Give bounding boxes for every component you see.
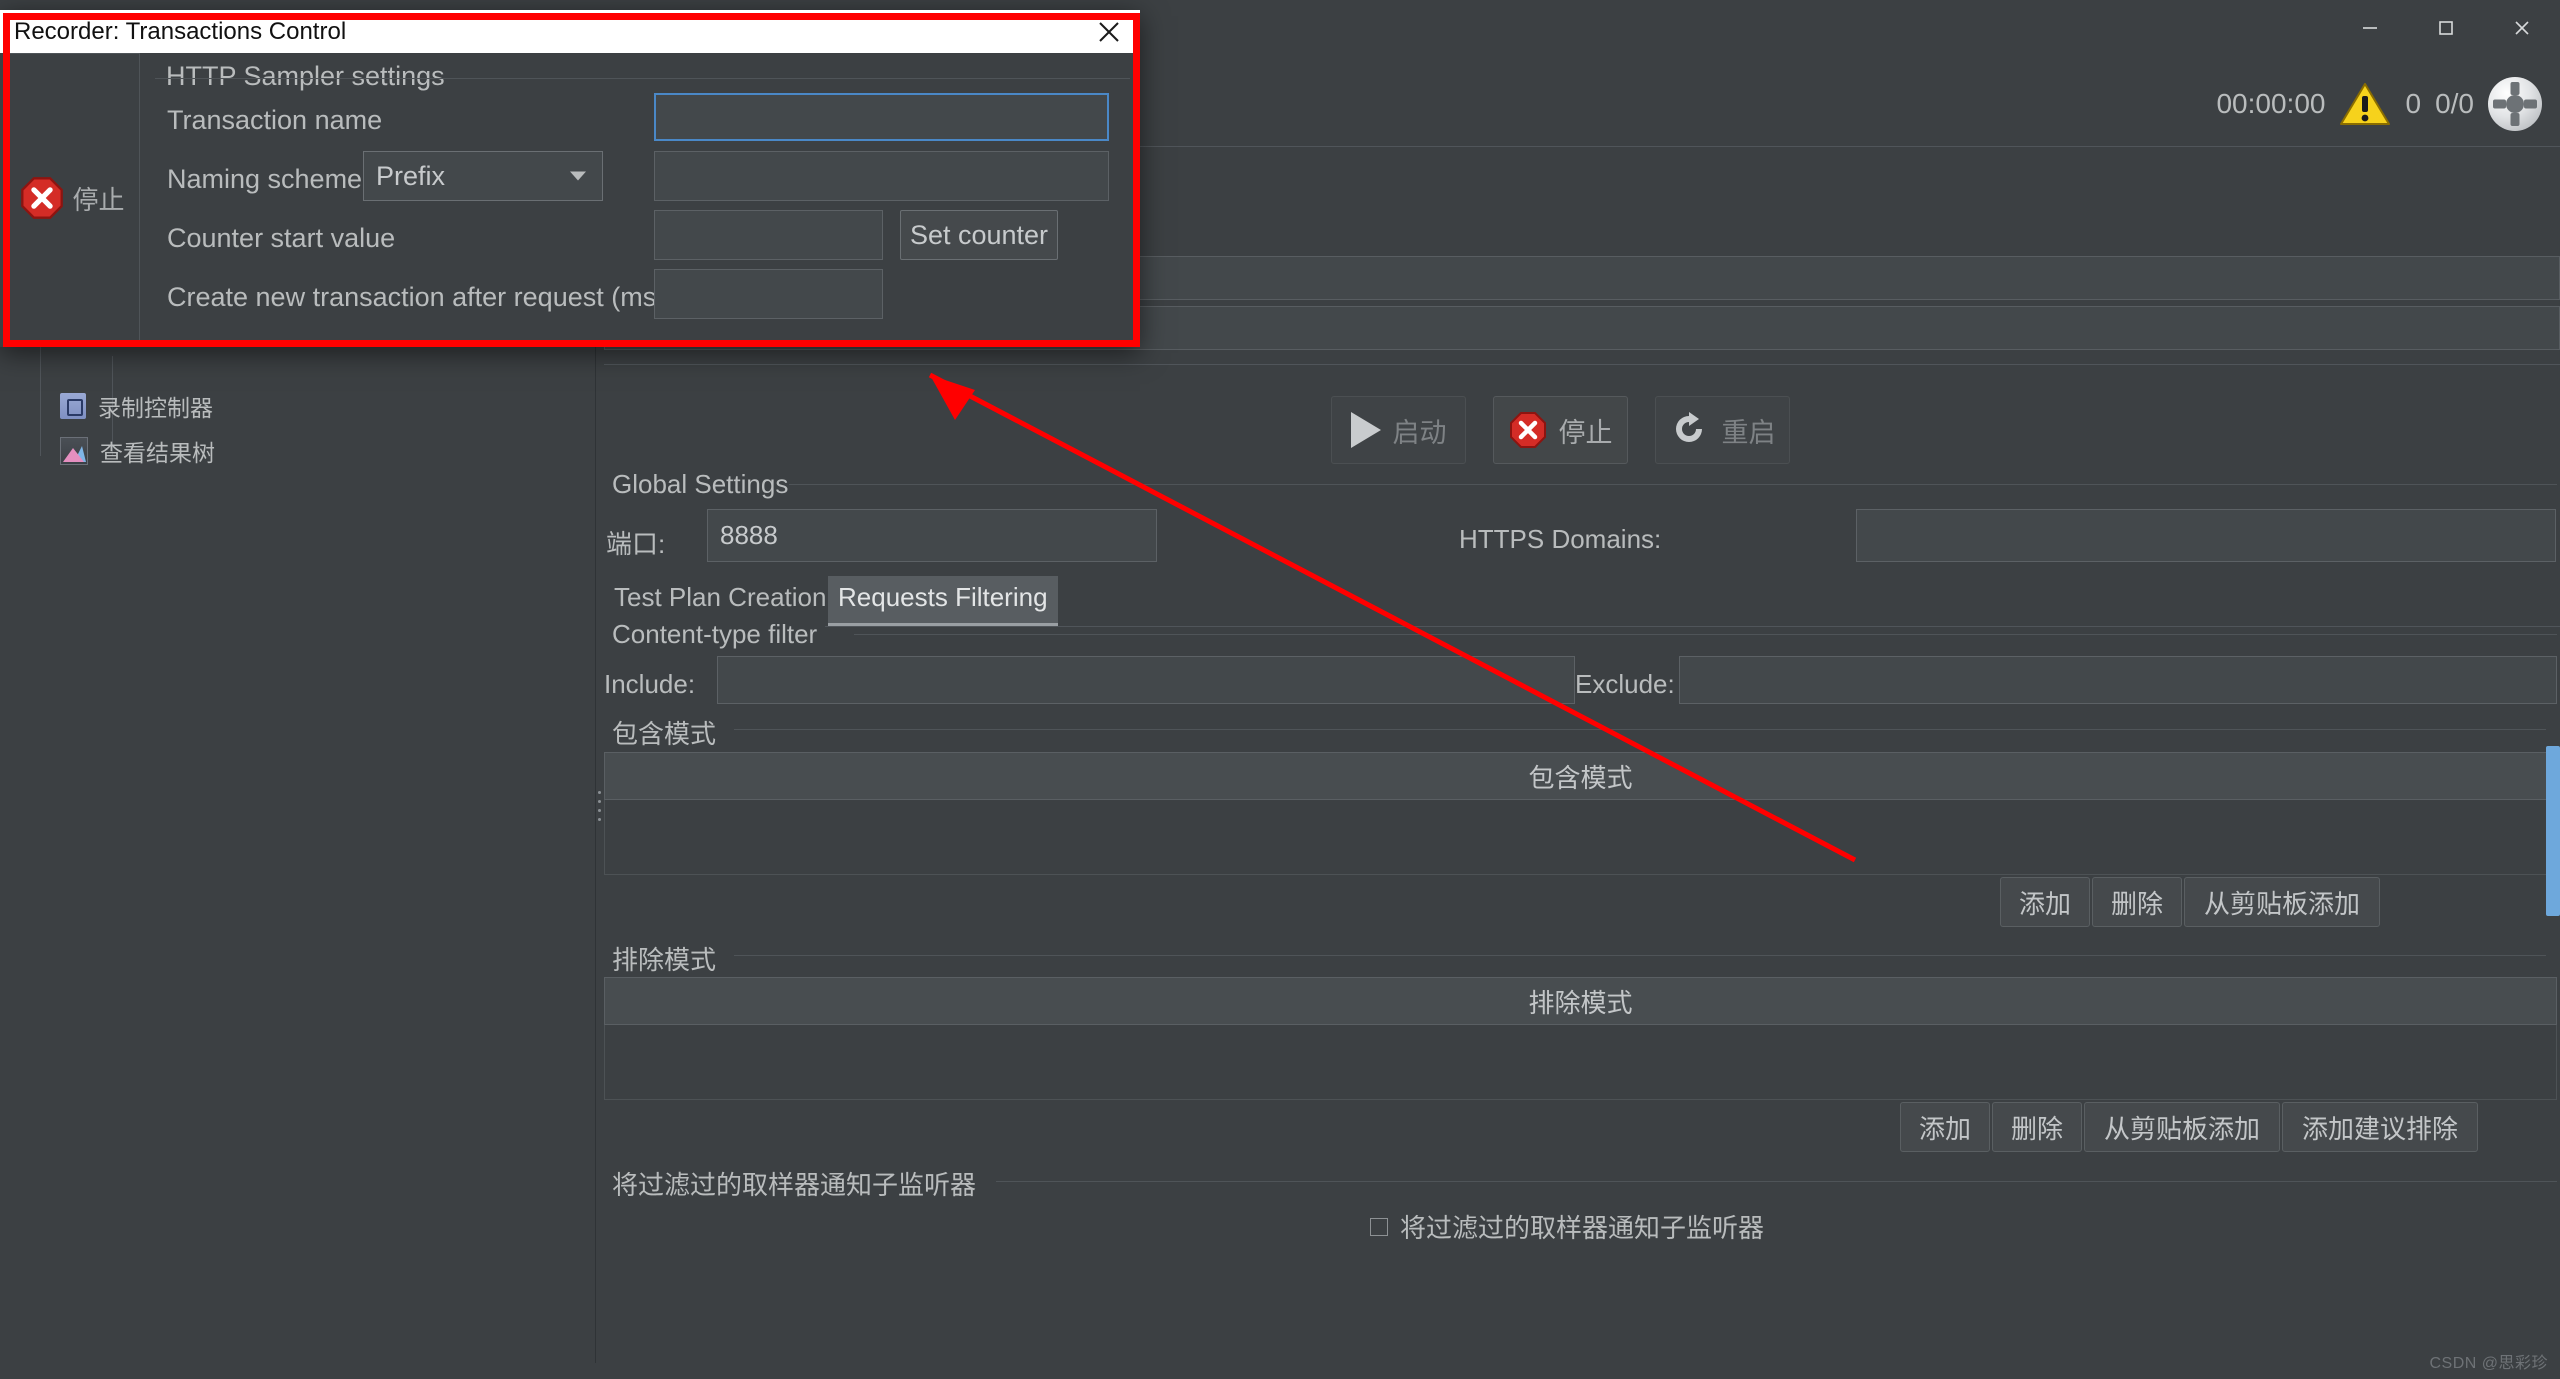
tab-divider bbox=[604, 626, 2560, 627]
transactions-control-dialog: Recorder: Transactions Control 停止 HTTP S… bbox=[0, 10, 1140, 347]
create-new-transaction-label: Create new transaction after request (ms… bbox=[167, 282, 673, 312]
sidebar-item-label: 录制控制器 bbox=[98, 395, 213, 421]
include-delete-button[interactable]: 删除 bbox=[2092, 877, 2182, 927]
dialog-close-icon[interactable] bbox=[1088, 14, 1130, 50]
play-icon bbox=[1350, 412, 1381, 448]
transaction-name-label: Transaction name bbox=[167, 105, 383, 135]
transaction-name-input[interactable] bbox=[654, 93, 1109, 141]
include-patterns-title: 包含模式 bbox=[604, 714, 725, 751]
counter-start-value-input[interactable] bbox=[654, 210, 883, 260]
exclude-delete-button[interactable]: 删除 bbox=[1992, 1102, 2082, 1152]
thread-count: 0/0 bbox=[2435, 88, 2474, 119]
set-counter-button[interactable]: Set counter bbox=[900, 210, 1058, 260]
panel-splitter-handle[interactable] bbox=[595, 791, 603, 821]
include-label: Include: bbox=[604, 669, 696, 699]
naming-scheme-select[interactable]: Prefix bbox=[363, 151, 603, 201]
global-settings-title: Global Settings bbox=[604, 469, 797, 500]
stop-icon bbox=[1509, 411, 1547, 449]
naming-scheme-value: Prefix bbox=[376, 160, 446, 191]
include-patterns-rule bbox=[734, 729, 2557, 730]
exclude-add-from-clipboard-button[interactable]: 从剪贴板添加 bbox=[2084, 1102, 2280, 1152]
naming-scheme-label: Naming scheme bbox=[167, 164, 363, 194]
content-type-filter-rule bbox=[854, 634, 2557, 635]
notify-listeners-rule bbox=[996, 1181, 2557, 1182]
watermark-text: CSDN @思彩珍 bbox=[2429, 1355, 2548, 1372]
http-sampler-settings-title: HTTP Sampler settings bbox=[160, 61, 451, 92]
recording-controller-icon bbox=[60, 393, 86, 419]
section-divider bbox=[604, 364, 2560, 365]
start-label: 启动 bbox=[1392, 417, 1447, 448]
exclude-patterns-column-header[interactable]: 排除模式 bbox=[604, 977, 2557, 1025]
error-count: 0 bbox=[2405, 88, 2422, 119]
create-new-transaction-input[interactable] bbox=[654, 269, 883, 319]
dialog-title-text: Recorder: Transactions Control bbox=[14, 17, 347, 45]
include-patterns-table[interactable] bbox=[604, 800, 2557, 875]
dialog-stop-button[interactable]: 停止 bbox=[5, 53, 140, 343]
stop-recorder-button[interactable]: 停止 bbox=[1493, 396, 1628, 464]
restart-label: 重启 bbox=[1721, 417, 1776, 448]
sidebar-item-label: 查看结果树 bbox=[100, 440, 215, 466]
view-results-tree-icon bbox=[60, 437, 88, 465]
https-domains-label: HTTPS Domains: bbox=[1459, 524, 1662, 554]
exclude-add-suggested-button[interactable]: 添加建议排除 bbox=[2282, 1102, 2478, 1152]
sidebar-item-view-results-tree[interactable]: 查看结果树 bbox=[60, 434, 215, 468]
remote-engine-icon[interactable] bbox=[2488, 77, 2542, 131]
include-add-from-clipboard-button[interactable]: 从剪贴板添加 bbox=[2184, 877, 2380, 927]
restart-icon bbox=[1670, 411, 1710, 449]
elapsed-timer: 00:00:00 bbox=[2216, 88, 2326, 119]
exclude-add-button[interactable]: 添加 bbox=[1900, 1102, 1990, 1152]
vertical-scrollbar-thumb[interactable] bbox=[2546, 746, 2560, 916]
http-sampler-settings-rule bbox=[155, 78, 1130, 79]
include-patterns-column-header[interactable]: 包含模式 bbox=[604, 752, 2557, 800]
include-add-button[interactable]: 添加 bbox=[2000, 877, 2090, 927]
stop-icon bbox=[20, 176, 64, 220]
notify-listeners-title: 将过滤过的取样器通知子监听器 bbox=[604, 1165, 985, 1202]
exclude-label: Exclude: bbox=[1575, 669, 1675, 699]
tab-requests-filtering[interactable]: Requests Filtering bbox=[828, 576, 1058, 627]
stop-label: 停止 bbox=[1558, 417, 1613, 448]
minimize-button[interactable] bbox=[2332, 0, 2408, 56]
notify-listeners-checkbox[interactable] bbox=[1370, 1217, 1388, 1236]
bottom-status-bar bbox=[0, 1363, 2560, 1379]
start-recorder-button[interactable]: 启动 bbox=[1331, 396, 1466, 464]
notify-listeners-checkbox-row[interactable]: 将过滤过的取样器通知子监听器 bbox=[1370, 1208, 1764, 1245]
warning-triangle-icon[interactable] bbox=[2339, 81, 2391, 127]
dialog-body: 停止 HTTP Sampler settings Transaction nam… bbox=[0, 53, 1140, 347]
status-bar: 00:00:00 0 0/0 bbox=[2216, 68, 2560, 140]
include-input[interactable] bbox=[717, 656, 1575, 704]
naming-suffix-input[interactable] bbox=[654, 151, 1109, 201]
content-type-filter-title: Content-type filter bbox=[604, 619, 826, 650]
port-input[interactable]: 8888 bbox=[707, 509, 1157, 562]
exclude-patterns-table[interactable] bbox=[604, 1025, 2557, 1100]
https-domains-input[interactable] bbox=[1856, 509, 2556, 562]
exclude-patterns-title: 排除模式 bbox=[604, 940, 725, 977]
global-settings-rule bbox=[789, 484, 2557, 485]
counter-start-value-label: Counter start value bbox=[167, 223, 396, 253]
dialog-stop-label: 停止 bbox=[72, 184, 125, 215]
tab-test-plan-creation[interactable]: Test Plan Creation bbox=[604, 576, 836, 623]
sidebar-item-recording-controller[interactable]: 录制控制器 bbox=[60, 389, 213, 423]
window-controls bbox=[2332, 0, 2560, 56]
close-button[interactable] bbox=[2484, 0, 2560, 56]
restart-recorder-button[interactable]: 重启 bbox=[1655, 396, 1790, 464]
notify-listeners-label: 将过滤过的取样器通知子监听器 bbox=[1400, 1213, 1765, 1243]
exclude-input[interactable] bbox=[1679, 656, 2557, 704]
chevron-down-icon bbox=[570, 171, 586, 181]
maximize-button[interactable] bbox=[2408, 0, 2484, 56]
port-label: 端口: bbox=[606, 529, 666, 559]
dialog-title-bar[interactable]: Recorder: Transactions Control bbox=[0, 10, 1140, 53]
exclude-patterns-rule bbox=[734, 955, 2557, 956]
